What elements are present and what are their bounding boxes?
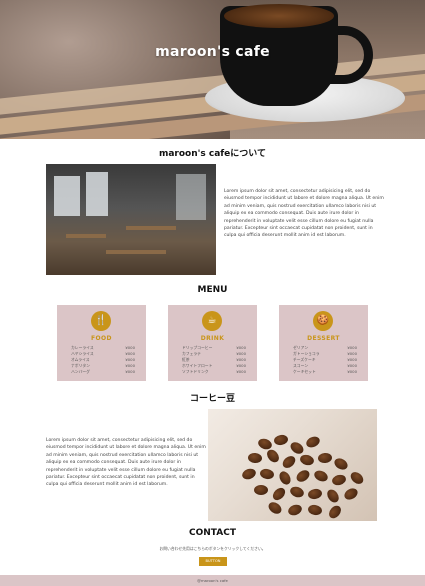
about-heading: maroon's cafeについて bbox=[158, 149, 267, 159]
bean bbox=[304, 434, 322, 450]
menu-item-price: ¥000 bbox=[125, 345, 135, 350]
bean bbox=[330, 473, 348, 487]
menu-item-price: ¥000 bbox=[236, 351, 246, 356]
bean bbox=[286, 502, 304, 518]
bean bbox=[288, 439, 306, 457]
bean bbox=[288, 484, 306, 500]
table bbox=[106, 250, 166, 254]
menu-item-price: ¥000 bbox=[125, 351, 135, 356]
menu-card-dessert: 🍪 DESSERT ゼリアン ¥000 ガトーショコラ ¥000 チーズケーキ ¥00… bbox=[279, 305, 368, 381]
bean bbox=[342, 486, 360, 502]
cafe-interior-photo bbox=[46, 164, 216, 275]
window bbox=[176, 174, 206, 220]
contact-button[interactable]: BUTTON bbox=[199, 557, 227, 566]
menu-item-price: ¥000 bbox=[347, 363, 357, 368]
menu-item-price: ¥000 bbox=[236, 345, 246, 350]
menu-item-price: ¥000 bbox=[125, 357, 135, 362]
menu-item-price: ¥000 bbox=[236, 369, 246, 374]
about-description: Lorem ipsum dolor sit amet, consectetur … bbox=[224, 189, 384, 239]
bean bbox=[266, 499, 284, 517]
menu-item-price: ¥000 bbox=[125, 369, 135, 374]
menu-item-price: ¥000 bbox=[347, 345, 357, 350]
menu-card-drink: ☕ DRINK ドリップコーヒー ¥000 カフェラテ ¥000 紅茶 ¥000 ホワ… bbox=[168, 305, 257, 381]
beans-heading: コーヒー豆 bbox=[189, 394, 235, 404]
bean bbox=[259, 467, 275, 481]
bean bbox=[317, 452, 333, 464]
drink-icon: ☕ bbox=[202, 311, 222, 331]
bean bbox=[254, 485, 268, 495]
dessert-icon: 🍪 bbox=[313, 311, 333, 331]
bean bbox=[273, 433, 289, 447]
beans-description: Lorem ipsum dolor sit amet, consectetur … bbox=[46, 438, 206, 488]
menu-item-price: ¥000 bbox=[347, 351, 357, 356]
coffee-surface-image bbox=[224, 4, 334, 28]
bean bbox=[270, 485, 288, 503]
menu-item: ソフトドリンク ¥000 bbox=[182, 369, 246, 375]
bean bbox=[332, 456, 350, 472]
menu-item: ケーキセット ¥000 bbox=[293, 369, 357, 375]
menu-heading: MENU bbox=[197, 285, 228, 295]
contact-note: お問い合わせ先用はこちらのボタンをクリックしてください。 bbox=[159, 546, 266, 551]
menu-item-price: ¥000 bbox=[236, 363, 246, 368]
menu-item-price: ¥000 bbox=[347, 369, 357, 374]
bean bbox=[348, 469, 366, 487]
bean bbox=[280, 453, 298, 471]
menu-card-heading: DESSERT bbox=[307, 335, 340, 342]
menu-item: ハンバーグ ¥000 bbox=[71, 369, 135, 375]
menu-item-price: ¥000 bbox=[125, 363, 135, 368]
bean bbox=[307, 503, 323, 517]
menu-item-name: ソフトドリンク bbox=[182, 369, 209, 374]
menu-item-price: ¥000 bbox=[347, 357, 357, 362]
food-icon: 🍴 bbox=[91, 311, 111, 331]
bean bbox=[240, 466, 258, 482]
coffee-beans-photo bbox=[208, 409, 377, 521]
site-title: maroon's cafe bbox=[155, 44, 270, 60]
contact-heading: CONTACT bbox=[189, 528, 236, 538]
bean bbox=[277, 469, 293, 487]
copyright-text: @maroon's cafe bbox=[197, 578, 228, 583]
menu-item-price: ¥000 bbox=[236, 357, 246, 362]
menu-card-food: 🍴 FOOD カレーライス ¥000 ハヤシライス ¥000 オムライス ¥000 ナ… bbox=[57, 305, 146, 381]
menu-item-name: ハンバーグ bbox=[71, 369, 90, 374]
bean bbox=[264, 447, 282, 465]
bean bbox=[312, 468, 330, 484]
hero-banner: maroon's cafe bbox=[0, 0, 425, 139]
menu-item-name: ケーキセット bbox=[293, 369, 316, 374]
window bbox=[54, 176, 80, 216]
footer: @maroon's cafe bbox=[0, 575, 425, 586]
window bbox=[86, 172, 108, 216]
menu-card-heading: DRINK bbox=[200, 335, 225, 342]
bean bbox=[247, 452, 263, 464]
table bbox=[126, 226, 176, 230]
menu-card-heading: FOOD bbox=[91, 335, 112, 342]
table bbox=[66, 234, 106, 238]
bean bbox=[326, 503, 344, 521]
bean bbox=[294, 467, 312, 485]
bean bbox=[324, 487, 342, 505]
bean bbox=[307, 487, 323, 501]
bean bbox=[298, 453, 316, 467]
